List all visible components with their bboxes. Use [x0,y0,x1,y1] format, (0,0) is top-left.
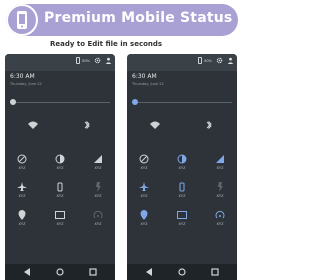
recents-icon[interactable] [89,268,97,276]
bluetooth-icon [84,120,90,130]
hotspot-icon [215,210,225,219]
hotspot-tile[interactable]: XYZ [84,210,112,226]
airplane-tile[interactable]: XYZ [130,182,158,198]
banner-title: Premium Mobile Status bar [44,10,265,26]
dnd-tile[interactable]: XYZ [8,154,36,170]
wifi-tile[interactable] [141,120,169,132]
battery-icon [76,57,81,64]
cast-icon [55,211,65,219]
wifi-icon [28,121,38,129]
cast-tile[interactable]: XYZ [168,210,196,226]
battery-icon [198,57,203,64]
location-tile[interactable]: XYZ [130,210,158,226]
dnd-tile[interactable]: XYZ [130,154,158,170]
home-icon[interactable] [56,268,64,276]
subtitle: Ready to Edit file in seconds [50,40,163,48]
bluetooth-tile[interactable] [73,120,101,132]
wifi-tile[interactable] [19,120,47,132]
clock-date: Thursday, June 22 [132,82,164,86]
brightness-slider[interactable] [10,99,110,105]
status-panel-grey: 80% 6:30 AM Thursday, June 22 XYZ XYZ XY… [5,54,115,280]
status-panel-blue: 80% 6:30 AM Thursday, June 22 XYZ XYZ XY… [127,54,237,280]
bluetooth-tile[interactable] [195,120,223,132]
banner: Premium Mobile Status bar [6,4,264,36]
back-icon[interactable] [145,268,153,276]
invert-colors-icon [177,154,187,164]
top-status-bar: 80% [5,54,115,71]
signal-icon [94,155,102,163]
bluetooth-icon [206,120,212,130]
mobile-phone-icon [17,11,27,29]
settings-icon[interactable] [216,57,223,64]
wifi-icon [150,121,160,129]
flashlight-icon [218,182,223,192]
invert-colors-icon [55,154,65,164]
user-icon[interactable] [105,57,112,64]
battery-percent: 80% [204,58,212,63]
signal-tile[interactable]: XYZ [206,154,234,170]
location-tile[interactable]: XYZ [8,210,36,226]
navigation-bar [127,264,237,280]
rotate-tile[interactable]: XYZ [46,182,74,198]
flashlight-tile[interactable]: XYZ [206,182,234,198]
top-status-bar: 80% [127,54,237,71]
cast-tile[interactable]: XYZ [46,210,74,226]
location-pin-icon [18,210,26,220]
rotate-tile[interactable]: XYZ [168,182,196,198]
do-not-disturb-icon [139,154,149,164]
airplane-tile[interactable]: XYZ [8,182,36,198]
do-not-disturb-icon [17,154,27,164]
invert-tile[interactable]: XYZ [46,154,74,170]
invert-tile[interactable]: XYZ [168,154,196,170]
navigation-bar [5,264,115,280]
airplane-icon [139,182,149,191]
cast-icon [177,211,187,219]
flashlight-icon [96,182,101,192]
phone-rotate-icon [57,182,63,192]
clock-time: 6:30 AM [132,73,157,80]
recents-icon[interactable] [211,268,219,276]
location-pin-icon [140,210,148,220]
home-icon[interactable] [178,268,186,276]
airplane-icon [17,182,27,191]
clock-date: Thursday, June 22 [10,82,42,86]
brightness-slider[interactable] [132,99,232,105]
brightness-icon[interactable] [10,99,16,105]
signal-tile[interactable]: XYZ [84,154,112,170]
signal-icon [216,155,224,163]
flashlight-tile[interactable]: XYZ [84,182,112,198]
hotspot-tile[interactable]: XYZ [206,210,234,226]
battery-percent: 80% [82,58,90,63]
hotspot-icon [93,210,103,219]
back-icon[interactable] [23,268,31,276]
user-icon[interactable] [227,57,234,64]
brightness-icon[interactable] [132,99,138,105]
clock-time: 6:30 AM [10,73,35,80]
phone-rotate-icon [179,182,185,192]
settings-icon[interactable] [94,57,101,64]
banner-badge [6,4,38,36]
